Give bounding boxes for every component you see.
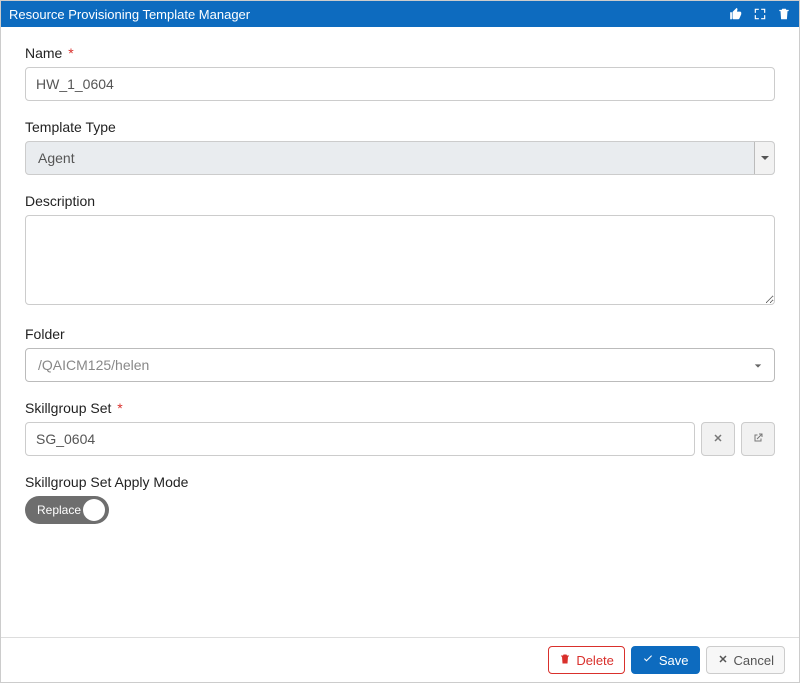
field-skillgroup-set: Skillgroup Set *: [25, 400, 775, 456]
field-description: Description: [25, 193, 775, 308]
field-folder: Folder /QAICM125/helen: [25, 326, 775, 382]
save-button[interactable]: Save: [631, 646, 700, 674]
titlebar-icons: [729, 7, 791, 21]
trash-icon: [559, 653, 571, 668]
footer: Delete Save Cancel: [1, 637, 799, 682]
skillgroup-input[interactable]: [25, 422, 695, 456]
label-template-type: Template Type: [25, 119, 775, 135]
folder-select[interactable]: /QAICM125/helen: [25, 348, 775, 382]
required-marker: *: [117, 400, 122, 416]
name-input[interactable]: [25, 67, 775, 101]
label-folder: Folder: [25, 326, 775, 342]
label-description: Description: [25, 193, 775, 209]
apply-mode-toggle[interactable]: Replace: [25, 496, 109, 524]
field-apply-mode: Skillgroup Set Apply Mode Replace: [25, 474, 775, 524]
label-name: Name *: [25, 45, 775, 61]
field-template-type: Template Type Agent: [25, 119, 775, 175]
open-skillgroup-button[interactable]: [741, 422, 775, 456]
template-type-select[interactable]: Agent: [25, 141, 775, 175]
template-type-value: Agent: [26, 150, 754, 166]
delete-button[interactable]: Delete: [548, 646, 625, 674]
expand-icon[interactable]: [753, 7, 767, 21]
clear-skillgroup-button[interactable]: [701, 422, 735, 456]
cancel-button[interactable]: Cancel: [706, 646, 785, 674]
save-label: Save: [659, 653, 689, 668]
trash-icon[interactable]: [777, 7, 791, 21]
skillgroup-row: [25, 422, 775, 456]
label-name-text: Name: [25, 45, 62, 61]
field-name: Name *: [25, 45, 775, 101]
chevron-down-icon: [754, 142, 774, 174]
window: Resource Provisioning Template Manager N…: [0, 0, 800, 683]
label-apply-mode: Skillgroup Set Apply Mode: [25, 474, 775, 490]
toggle-label: Replace: [37, 503, 81, 517]
description-input[interactable]: [25, 215, 775, 305]
check-icon: [642, 653, 654, 668]
caret-down-icon: [754, 357, 762, 373]
delete-label: Delete: [576, 653, 614, 668]
form-content: Name * Template Type Agent Description F…: [1, 27, 799, 637]
label-skillgroup-set-text: Skillgroup Set: [25, 400, 111, 416]
window-title: Resource Provisioning Template Manager: [9, 7, 729, 22]
titlebar: Resource Provisioning Template Manager: [1, 1, 799, 27]
cancel-label: Cancel: [734, 653, 774, 668]
required-marker: *: [68, 45, 73, 61]
folder-value: /QAICM125/helen: [38, 357, 754, 373]
label-skillgroup-set: Skillgroup Set *: [25, 400, 775, 416]
close-icon: [717, 653, 729, 668]
thumbs-up-icon[interactable]: [729, 7, 743, 21]
close-icon: [712, 431, 724, 447]
toggle-knob: [83, 499, 105, 521]
external-link-icon: [752, 431, 764, 447]
